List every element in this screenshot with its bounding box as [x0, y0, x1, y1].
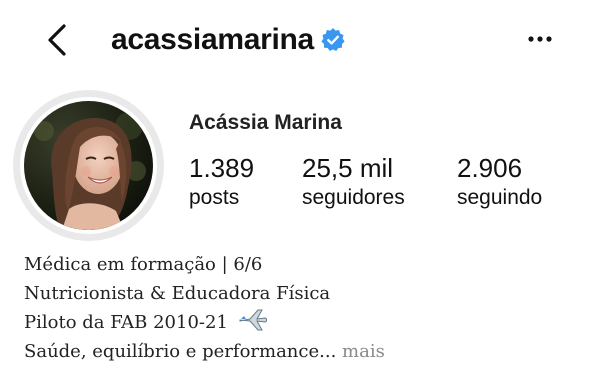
bio-more-link[interactable]: mais	[342, 341, 385, 362]
profile-photo	[24, 101, 153, 230]
bio-line-text: Saúde, equilíbrio e performance...	[24, 341, 337, 362]
avatar-border	[20, 97, 157, 234]
more-options-button[interactable]	[525, 28, 555, 50]
username: acassiamarina	[111, 23, 314, 56]
followers-count: 25,5 mil	[302, 153, 394, 183]
profile-bio: Médica em formação | 6/6 Nutricionista &…	[24, 250, 385, 366]
bio-line: Médica em formação | 6/6	[24, 254, 263, 275]
profile-display-name: Acássia Marina	[189, 111, 342, 134]
bio-line-text: Piloto da FAB 2010-21	[24, 312, 228, 333]
following-stat[interactable]: 2.906 seguindo	[457, 153, 542, 211]
bio-line: Saúde, equilíbrio e performance... mais	[24, 337, 385, 366]
airplane-icon	[239, 309, 267, 331]
avatar-ring[interactable]	[13, 90, 164, 241]
posts-label: posts	[189, 186, 240, 209]
posts-count: 1.389	[189, 153, 255, 183]
verified-badge-icon	[321, 28, 345, 51]
bio-line: Piloto da FAB 2010-21	[24, 308, 385, 337]
username-row: acassiamarina	[111, 18, 346, 62]
following-count: 2.906	[457, 153, 523, 183]
followers-label: seguidores	[302, 186, 405, 209]
back-button[interactable]	[40, 20, 76, 60]
chevron-left-icon	[48, 24, 66, 56]
following-label: seguindo	[457, 186, 543, 209]
bio-line: Nutricionista & Educadora Física	[24, 283, 331, 304]
more-horizontal-icon	[528, 36, 552, 42]
posts-stat[interactable]: 1.389 posts	[189, 153, 254, 211]
avatar[interactable]	[24, 101, 153, 230]
followers-stat[interactable]: 25,5 mil seguidores	[302, 153, 405, 211]
profile-header: acassiamarina	[0, 0, 599, 80]
